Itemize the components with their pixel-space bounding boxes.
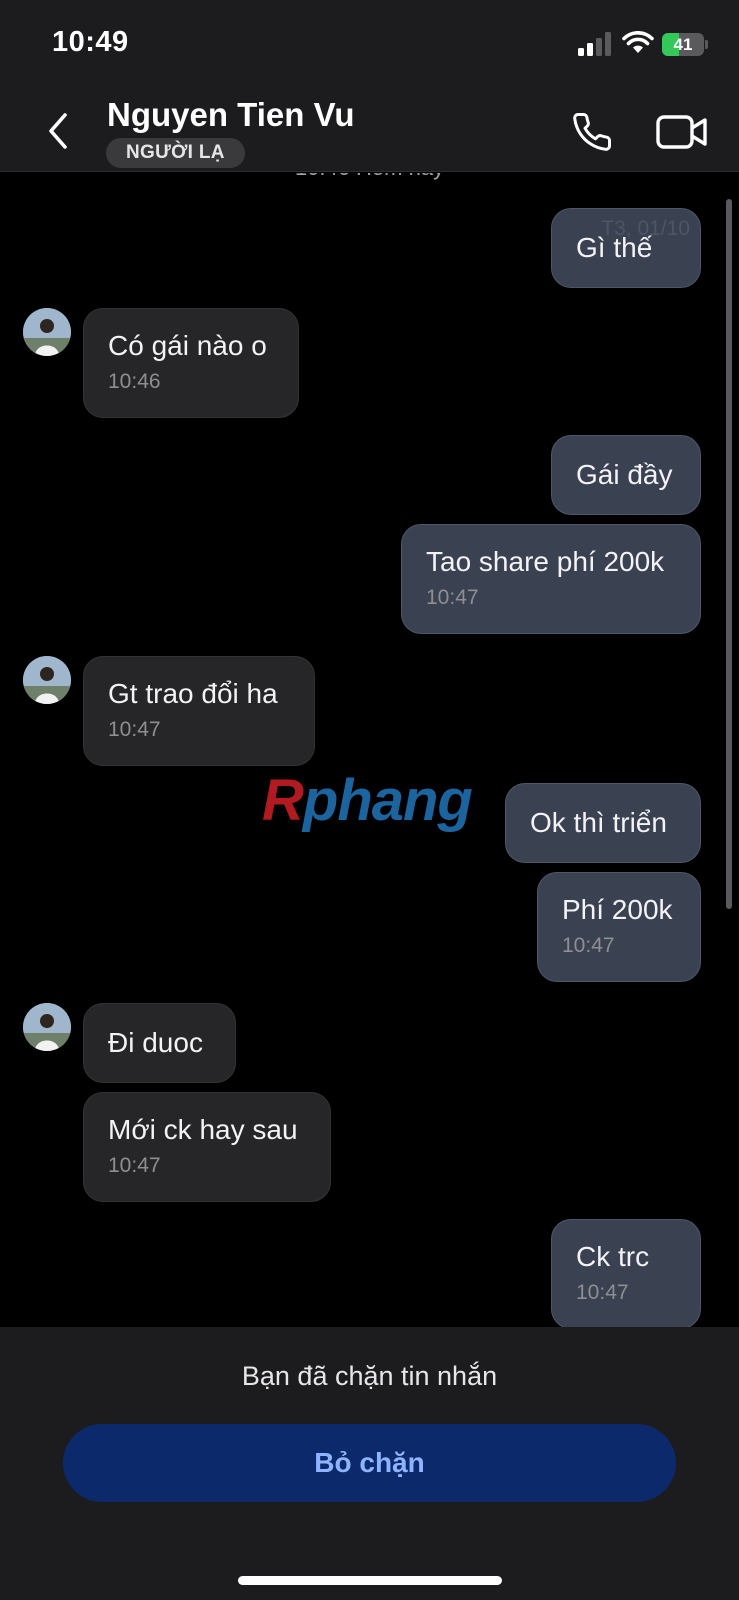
contact-avatar[interactable] <box>23 308 71 356</box>
video-call-button[interactable] <box>654 108 710 156</box>
message-time: 10:47 <box>108 1154 161 1177</box>
message-time: 10:47 <box>576 1281 629 1304</box>
outgoing-message[interactable]: Ok thì triển <box>505 783 701 863</box>
message-text: Tao share phí 200k <box>426 546 665 577</box>
cellular-signal-icon <box>578 32 611 56</box>
video-camera-icon <box>656 115 707 149</box>
scrollbar[interactable] <box>726 199 732 909</box>
chat-header: Nguyen Tien Vu NGƯỜI LẠ <box>0 90 739 172</box>
message-text: Có gái nào o <box>108 330 267 361</box>
message-text: Ck trc <box>576 1241 650 1272</box>
stranger-badge: NGƯỜI LẠ <box>106 138 245 168</box>
unblock-button[interactable]: Bỏ chặn <box>63 1424 676 1502</box>
message-text: Phí 200k <box>562 894 673 925</box>
message-time: 10:47 <box>108 718 161 741</box>
outgoing-message[interactable]: Tao share phí 200k 10:47 <box>401 524 701 634</box>
blocked-notice: Bạn đã chặn tin nhắn <box>241 1361 498 1391</box>
message-list[interactable]: 10:46 Hôm nay T3, 01/10 Gì thế Có gái nà… <box>0 173 739 1327</box>
contact-avatar[interactable] <box>23 656 71 704</box>
faded-date-label: T3, 01/10 <box>601 217 690 240</box>
incoming-message[interactable]: Gt trao đổi ha 10:47 <box>83 656 315 766</box>
outgoing-message[interactable]: Ck trc 10:47 <box>551 1219 701 1327</box>
incoming-message[interactable]: Có gái nào o 10:46 <box>83 308 299 418</box>
battery-percent: 41 <box>673 35 693 54</box>
incoming-message[interactable]: Đi duoc <box>83 1003 236 1083</box>
date-separator: 10:46 Hôm nay <box>0 173 739 181</box>
battery-icon: 41 <box>662 33 708 56</box>
voice-call-button[interactable] <box>568 108 616 156</box>
message-text: Đi duoc <box>108 1027 203 1058</box>
message-text: Ok thì triển <box>530 807 667 838</box>
blocked-footer: Bạn đã chặn tin nhắn Bỏ chặn <box>0 1327 739 1600</box>
status-time: 10:49 <box>52 26 129 58</box>
message-time: 10:47 <box>562 934 615 957</box>
message-text: Gt trao đổi ha <box>108 678 278 709</box>
outgoing-message[interactable]: Gái đầy <box>551 435 701 515</box>
phone-icon <box>573 113 611 151</box>
home-indicator[interactable] <box>238 1576 502 1585</box>
wifi-icon <box>622 31 654 53</box>
message-text: Gái đầy <box>576 459 673 490</box>
contact-name[interactable]: Nguyen Tien Vu <box>107 96 355 134</box>
chevron-left-icon <box>49 113 67 149</box>
message-text: Mới ck hay sau <box>108 1114 298 1145</box>
message-time: 10:46 <box>108 370 161 393</box>
back-button[interactable] <box>38 106 78 156</box>
status-bar: 10:49 41 <box>0 0 739 90</box>
message-time: 10:47 <box>426 586 479 609</box>
watermark-logo: Rphang <box>262 768 473 833</box>
contact-avatar[interactable] <box>23 1003 71 1051</box>
outgoing-message[interactable]: Phí 200k 10:47 <box>537 872 701 982</box>
outgoing-message[interactable]: T3, 01/10 Gì thế <box>551 208 701 288</box>
incoming-message[interactable]: Mới ck hay sau 10:47 <box>83 1092 331 1202</box>
